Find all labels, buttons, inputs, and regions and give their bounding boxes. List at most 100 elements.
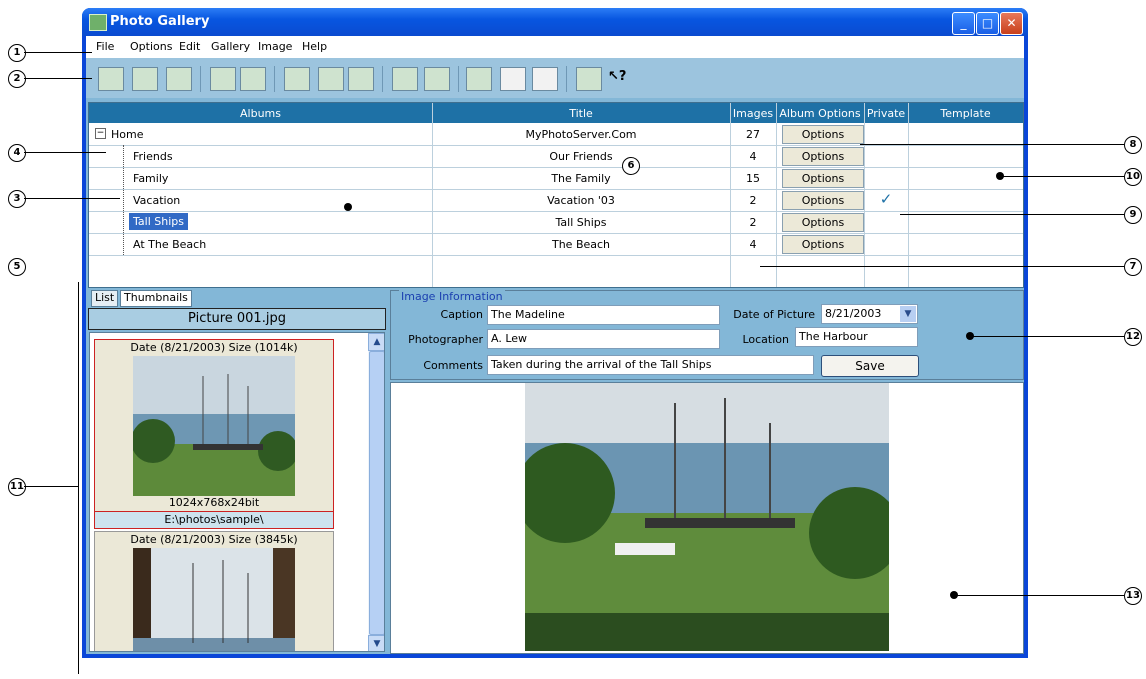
album-title: Tall Ships [555,216,607,229]
small-view-icon[interactable] [466,67,492,91]
grid-header: Albums Title Images Album Options Privat… [89,103,1023,123]
tab-list[interactable]: List [91,290,119,307]
date-picker[interactable]: 8/21/2003 ▼ [821,304,918,324]
options-button[interactable]: Options [782,235,864,254]
album-images: 15 [746,172,760,185]
table-row[interactable]: Friends Our Friends 4 Options [89,145,1023,168]
menu-options[interactable]: Options [130,40,172,53]
scroll-down-icon[interactable]: ▼ [368,635,384,651]
private-check-icon[interactable]: ✓ [864,190,908,208]
rotate-left-icon[interactable] [392,67,418,91]
tree-collapse-icon[interactable]: − [95,128,106,139]
callout-5: 5 [8,258,26,276]
table-row[interactable]: Family The Family 15 Options [89,167,1023,190]
remove-picture-icon[interactable] [318,67,344,91]
menu-file[interactable]: File [96,40,114,53]
col-images[interactable]: Images [730,107,776,120]
client-area: File Options Edit Gallery Image Help ↖? … [86,36,1024,654]
medium-view-icon[interactable] [500,67,526,91]
options-button[interactable]: Options [782,169,864,188]
toolbar-separator [566,66,567,92]
callout-line [24,152,106,153]
callout-line [24,198,120,199]
info-legend: Image Information [399,290,505,303]
close-button[interactable]: ✕ [1000,12,1023,35]
title-bar[interactable]: Photo Gallery _ □ ✕ [82,8,1028,36]
rotate-right-icon[interactable] [424,67,450,91]
callout-6: 6 [622,157,640,175]
thumbnail-item-selected[interactable]: Date (8/21/2003) Size (1014k) 1024x768x2… [94,339,334,513]
thumb-header: Date (8/21/2003) Size (1014k) [130,341,298,354]
save-button[interactable]: Save [821,355,919,377]
table-row[interactable]: Tall Ships Tall Ships 2 Options [89,211,1023,234]
callout-13: 13 [1124,587,1142,605]
open-folder-icon[interactable] [98,67,124,91]
album-name: At The Beach [133,238,207,251]
options-button[interactable]: Options [782,125,864,144]
caption-field[interactable]: The Madeline [487,305,720,325]
add-album-icon[interactable] [210,67,236,91]
chevron-down-icon[interactable]: ▼ [900,306,916,322]
picture-name: Picture 001.jpg [88,308,386,330]
delete-image-icon[interactable] [132,67,158,91]
photographer-label: Photographer [408,333,483,346]
callout-line [24,52,92,53]
menu-edit[interactable]: Edit [179,40,200,53]
thumbnail-list[interactable]: Date (8/21/2003) Size (1014k) 1024x768x2… [89,332,385,652]
album-images: 2 [749,216,757,229]
thumb-path: E:\photos\sample\ [94,511,334,529]
col-album-options[interactable]: Album Options [776,107,864,120]
maximize-button[interactable]: □ [976,12,999,35]
thumbnail-image [133,356,295,496]
album-title: The Family [551,172,611,185]
album-title: Vacation '03 [547,194,615,207]
col-title[interactable]: Title [432,107,730,120]
scroll-thumb[interactable] [369,351,384,635]
preview-image[interactable] [525,383,889,651]
context-help-icon[interactable]: ↖? [608,69,626,84]
view-eye-icon[interactable] [166,67,192,91]
col-template[interactable]: Template [908,107,1023,120]
tab-thumbnails[interactable]: Thumbnails [120,290,192,307]
comments-field[interactable]: Taken during the arrival of the Tall Shi… [487,355,814,375]
table-row[interactable]: − Home MyPhotoServer.Com 27 Options [89,123,1023,146]
photographer-field[interactable]: A. Lew [487,329,720,349]
callout-line [24,78,92,79]
app-window: Photo Gallery _ □ ✕ File Options Edit Ga… [82,8,1028,658]
options-button[interactable]: Options [782,191,864,210]
table-row[interactable]: At The Beach The Beach 4 Options [89,233,1023,256]
scroll-up-icon[interactable]: ▲ [368,333,384,351]
caption-label: Caption [440,308,483,321]
callout-12: 12 [1124,328,1142,346]
table-row[interactable]: Vacation Vacation '03 2 Options ✓ [89,189,1023,212]
album-images: 2 [749,194,757,207]
col-private[interactable]: Private [864,107,908,120]
image-preview [390,382,1024,654]
callout-dot [966,332,974,340]
move-icon[interactable] [348,67,374,91]
export-icon[interactable] [576,67,602,91]
large-view-icon[interactable] [532,67,558,91]
album-images: 4 [749,150,757,163]
callout-9: 9 [1124,206,1142,224]
date-label: Date of Picture [733,308,815,321]
add-picture-icon[interactable] [284,67,310,91]
options-button[interactable]: Options [782,147,864,166]
location-field[interactable]: The Harbour [795,327,918,347]
options-button[interactable]: Options [782,213,864,232]
col-albums[interactable]: Albums [89,107,432,120]
remove-album-icon[interactable] [240,67,266,91]
thumbnail-item[interactable]: Date (8/21/2003) Size (3845k) [94,531,334,651]
thumbnail-scrollbar[interactable]: ▲ ▼ [368,333,384,651]
date-value: 8/21/2003 [825,307,882,320]
menu-image[interactable]: Image [258,40,292,53]
menu-gallery[interactable]: Gallery [211,40,250,53]
minimize-button[interactable]: _ [952,12,975,35]
callout-1: 1 [8,44,26,62]
callout-dot [344,203,352,211]
album-name: Home [111,128,144,141]
callout-line [760,266,1124,267]
thumbnail-pane: List Thumbnails Picture 001.jpg Date (8/… [88,288,386,652]
menu-help[interactable]: Help [302,40,327,53]
image-information-panel: Image Information Caption The Madeline P… [390,290,1024,380]
